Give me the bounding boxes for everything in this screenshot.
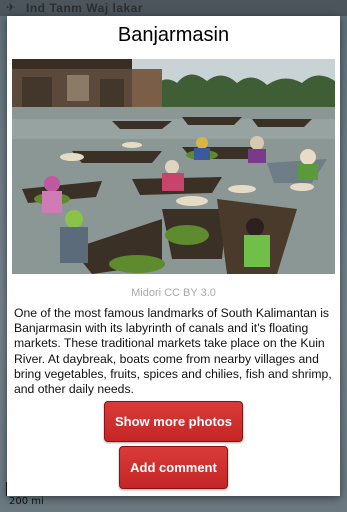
map-pin-icon: ✈	[6, 2, 16, 14]
show-more-photos-button[interactable]: Show more photos	[104, 401, 243, 442]
map-top-text: Ind Tanm Waj lakar	[26, 1, 144, 15]
photo-credit[interactable]: Midori CC BY 3.0	[7, 287, 340, 299]
place-dialog: Banjarmasin Midori CC BY 3.0 One of the …	[7, 16, 340, 496]
place-photo[interactable]	[12, 59, 335, 274]
place-description: One of the most famous landmarks of Sout…	[14, 306, 332, 397]
dialog-title: Banjarmasin	[117, 24, 230, 46]
map-top-bar: ✈ Ind Tanm Waj lakar	[0, 0, 347, 16]
add-comment-button[interactable]: Add comment	[119, 446, 228, 489]
map-scale-label: 200 mi	[9, 496, 44, 507]
floating-market-image	[12, 59, 335, 274]
